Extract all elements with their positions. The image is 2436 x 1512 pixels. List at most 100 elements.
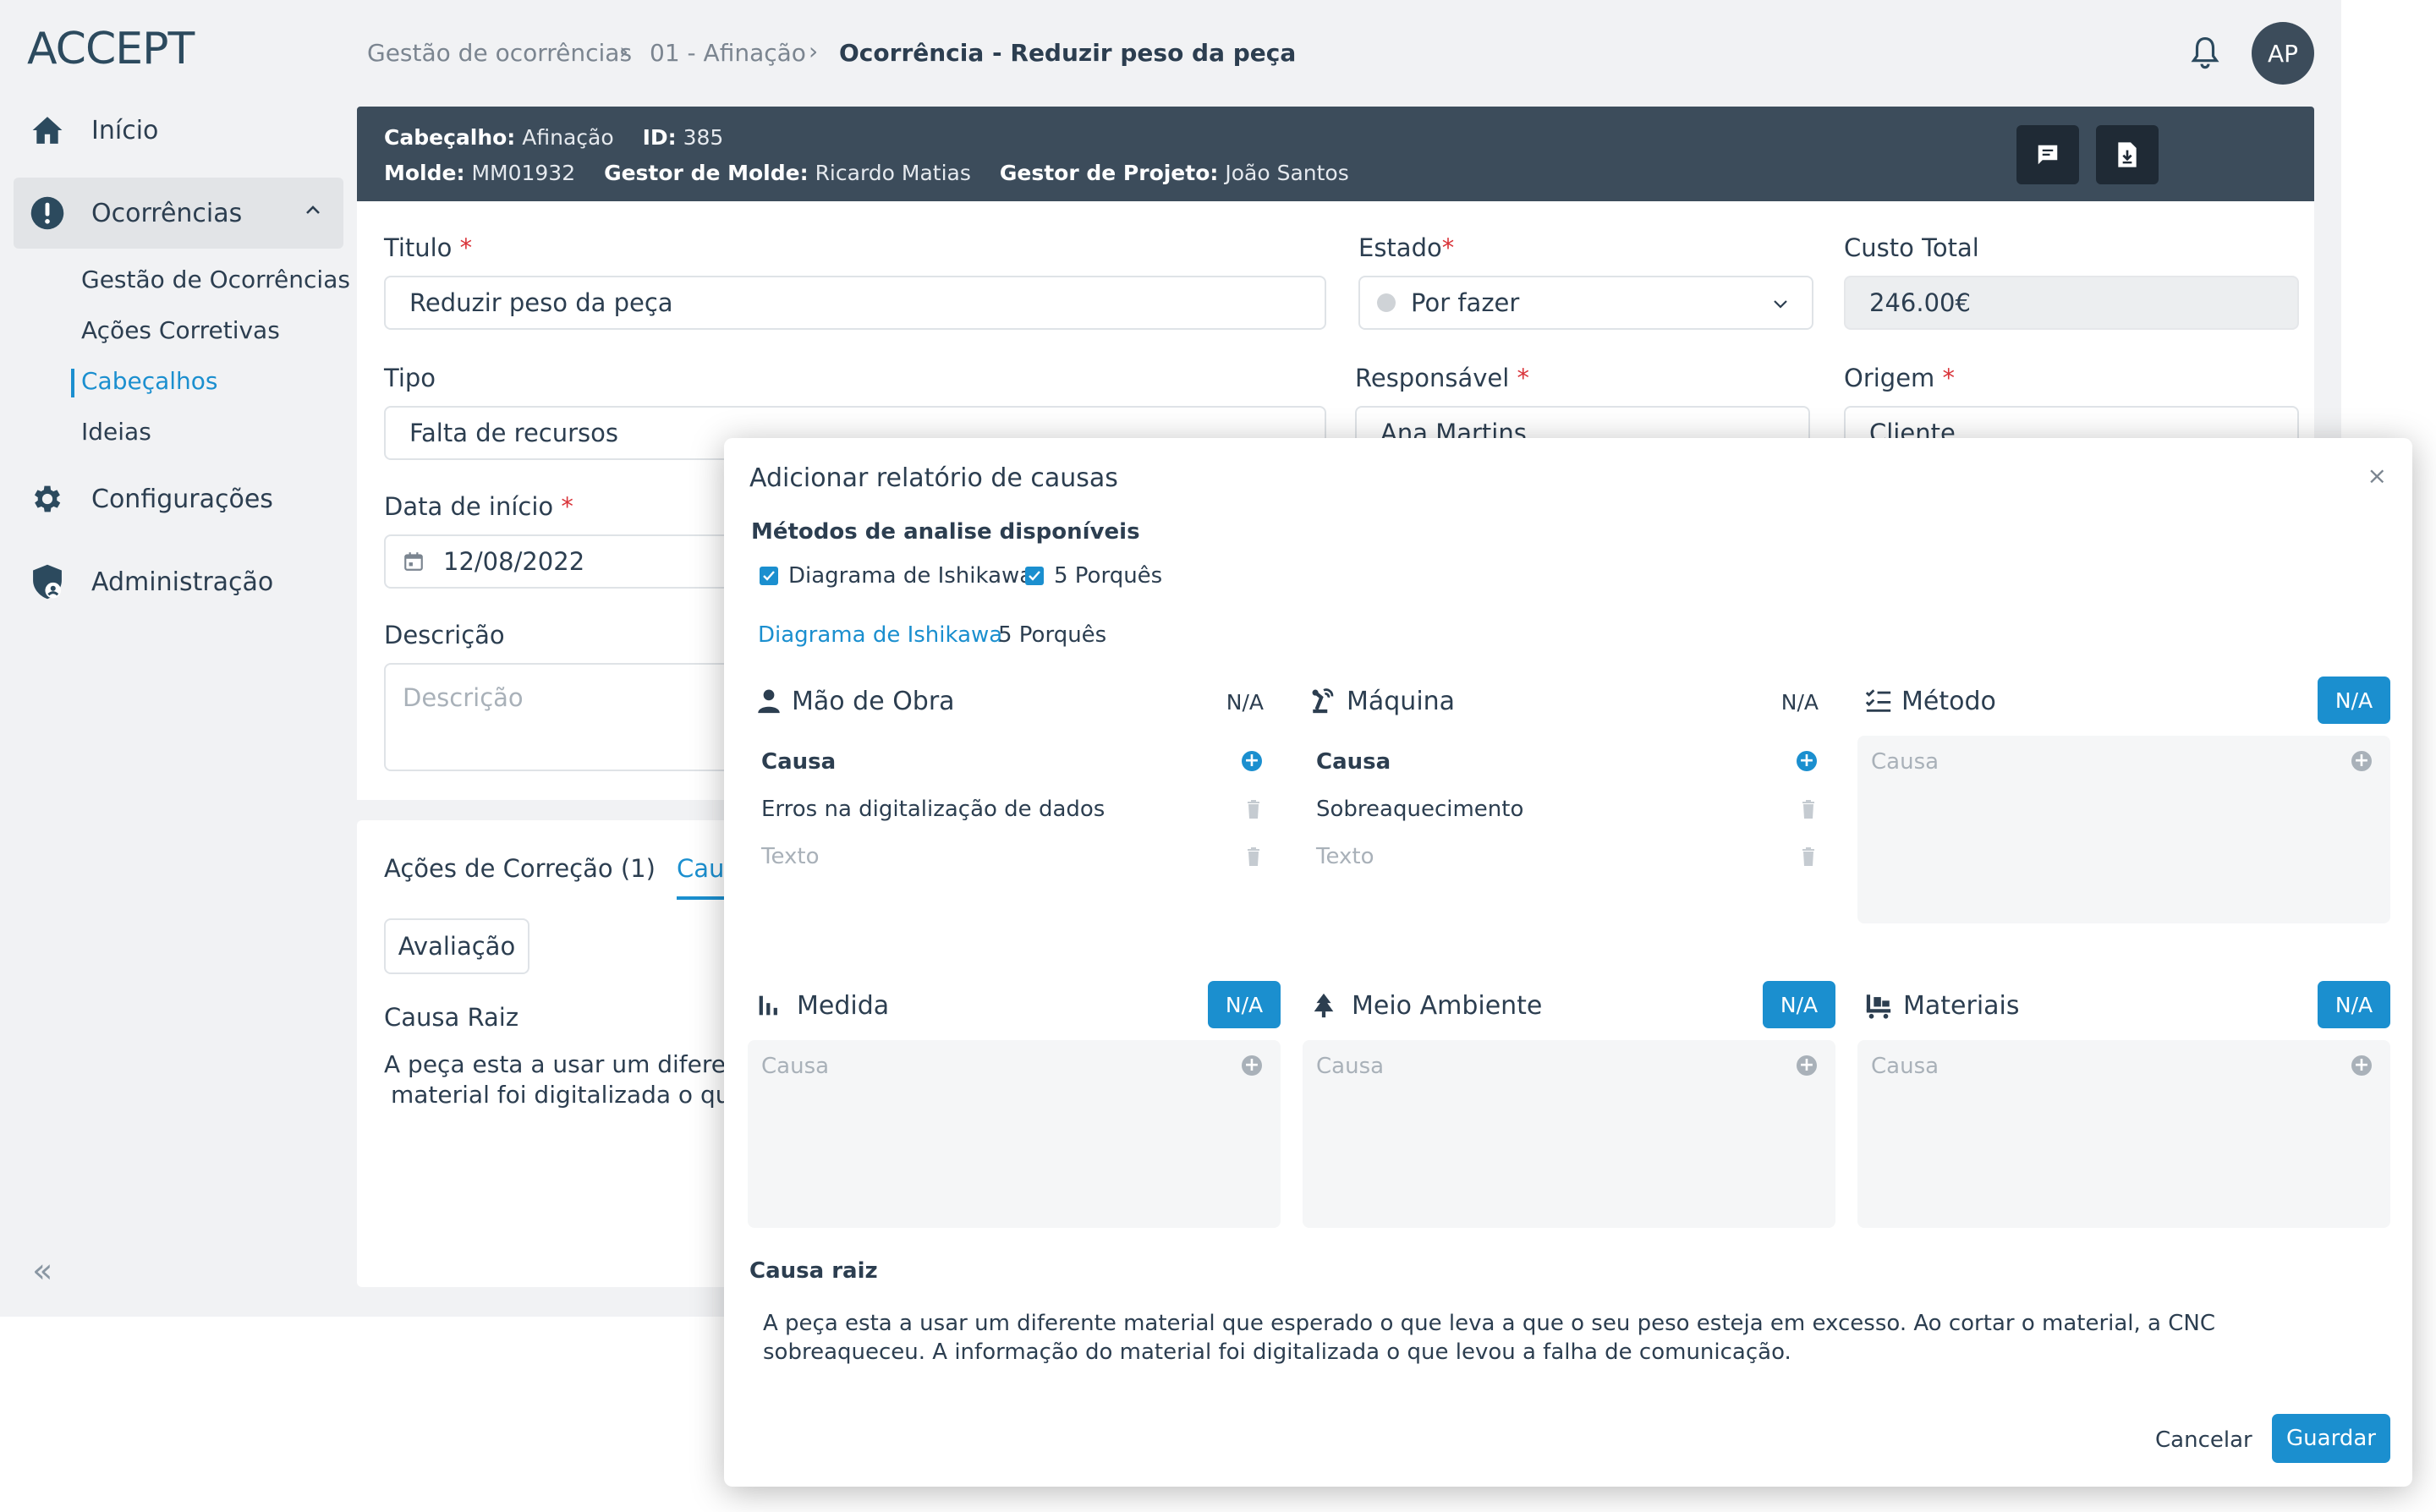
cause-text-input[interactable]: Texto xyxy=(1316,844,1374,869)
tab-causas[interactable]: Cau xyxy=(677,854,724,883)
na-toggle[interactable]: N/A xyxy=(1226,690,1264,715)
logo[interactable]: ACCEPT xyxy=(27,24,195,74)
add-cause-icon[interactable]: + xyxy=(1242,751,1262,771)
gestor-projeto-value: João Santos xyxy=(1225,161,1349,185)
occurrence-header: Cabeçalho: Afinação ID: 385 Molde: MM019… xyxy=(357,107,2314,201)
bar-chart-icon xyxy=(759,995,777,1016)
gestor-projeto-label: Gestor de Projeto: xyxy=(999,161,1219,185)
cancel-button[interactable]: Cancelar xyxy=(2155,1427,2252,1453)
gear-icon xyxy=(29,480,66,518)
na-button[interactable]: N/A xyxy=(2318,981,2390,1028)
avaliacao-button[interactable]: Avaliação xyxy=(384,918,529,974)
cause-report-modal: Adicionar relatório de causas × Métodos … xyxy=(724,438,2412,1487)
close-icon[interactable]: × xyxy=(2367,462,2387,490)
tab-acoes-correcao[interactable]: Ações de Correção (1) xyxy=(384,854,656,883)
molde-label: Molde: xyxy=(384,161,465,185)
id-value: 385 xyxy=(683,125,724,150)
root-cause-textarea[interactable]: A peça esta a usar um diferente material… xyxy=(763,1309,2370,1367)
gestor-molde-value: Ricardo Matias xyxy=(815,161,971,185)
cause-item[interactable]: Erros na digitalização de dados xyxy=(761,797,1105,822)
save-button[interactable]: Guardar xyxy=(2272,1414,2390,1463)
modal-title: Adicionar relatório de causas xyxy=(749,463,1118,493)
method-label: Diagrama de Ishikawa xyxy=(788,563,1034,589)
trash-icon[interactable] xyxy=(1247,847,1260,866)
person-icon xyxy=(758,689,780,714)
cause-placeholder: Causa xyxy=(1871,749,1939,775)
bell-icon[interactable] xyxy=(2189,36,2221,74)
data-inicio-label: Data de início * xyxy=(384,492,573,521)
add-cause-icon[interactable]: + xyxy=(2351,751,2372,771)
add-cause-icon[interactable]: + xyxy=(1797,1055,1817,1076)
category-name: Máquina xyxy=(1347,687,1456,716)
estado-select[interactable]: Por fazer xyxy=(1358,276,1813,330)
trash-icon[interactable] xyxy=(1802,847,1815,866)
gestor-molde-label: Gestor de Molde: xyxy=(604,161,809,185)
sidebar-item-label: Administração xyxy=(91,567,274,597)
checkbox-checked-icon xyxy=(760,567,778,585)
na-toggle[interactable]: N/A xyxy=(1781,690,1819,715)
add-cause-icon[interactable]: + xyxy=(1797,751,1817,771)
comment-button[interactable] xyxy=(2016,125,2079,184)
sidebar-item-configuracoes[interactable]: Configurações xyxy=(14,463,343,534)
root-cause-label: Causa raiz xyxy=(749,1258,878,1284)
checklist-icon xyxy=(1865,689,1891,712)
na-button[interactable]: N/A xyxy=(1208,981,1281,1028)
sidebar-item-administracao[interactable]: Administração xyxy=(14,546,343,617)
breadcrumb-item[interactable]: 01 - Afinação xyxy=(650,39,806,67)
sidebar-item-label: Ocorrências xyxy=(91,198,243,228)
cause-list: Causa + xyxy=(1857,1040,2390,1228)
comment-icon xyxy=(2038,145,2058,165)
cause-list: Causa + Erros na digitalização de dados … xyxy=(748,736,1281,923)
sidebar-subitem-gestao[interactable]: Gestão de Ocorrências xyxy=(81,266,350,293)
calendar-icon xyxy=(404,552,423,571)
estado-label: Estado* xyxy=(1358,233,1455,262)
cause-list: Causa + xyxy=(1857,736,2390,923)
collapse-sidebar-button[interactable]: « xyxy=(32,1252,52,1290)
sidebar-subitem-cabecalhos[interactable]: Cabeçalhos xyxy=(81,367,218,395)
cabecalho-value: Afinação xyxy=(522,125,614,150)
cause-placeholder: Causa xyxy=(761,1054,830,1079)
custo-field: 246.00€ xyxy=(1844,276,2299,330)
method-ishikawa-checkbox[interactable]: Diagrama de Ishikawa xyxy=(760,563,1033,589)
tab-5porques[interactable]: 5 Porquês xyxy=(998,622,1106,648)
sidebar-subitem-acoes[interactable]: Ações Corretivas xyxy=(81,316,280,344)
tab-ishikawa[interactable]: Diagrama de Ishikawa xyxy=(758,622,1002,648)
sidebar-item-ocorrencias[interactable]: Ocorrências xyxy=(14,178,343,249)
responsavel-label: Responsável * xyxy=(1355,364,1529,392)
cause-header: Causa xyxy=(1316,749,1391,775)
na-button[interactable]: N/A xyxy=(2318,677,2390,724)
category-name: Materiais xyxy=(1903,991,2020,1021)
add-cause-icon[interactable]: + xyxy=(2351,1055,2372,1076)
download-button[interactable] xyxy=(2096,125,2159,184)
checkbox-checked-icon xyxy=(1025,567,1044,585)
causa-raiz-heading: Causa Raiz xyxy=(384,1003,519,1032)
avatar[interactable]: AP xyxy=(2252,22,2314,85)
add-cause-icon[interactable]: + xyxy=(1242,1055,1262,1076)
cause-header: Causa xyxy=(761,749,837,775)
descricao-label: Descrição xyxy=(384,621,505,649)
trash-icon[interactable] xyxy=(1802,800,1815,819)
method-5porques-checkbox[interactable]: 5 Porquês xyxy=(1025,563,1162,589)
methods-label: Métodos de analise disponíveis xyxy=(751,519,1140,545)
tipo-value: Falta de recursos xyxy=(409,419,619,447)
id-label: ID: xyxy=(642,125,677,150)
data-inicio-value: 12/08/2022 xyxy=(443,547,585,576)
trash-icon[interactable] xyxy=(1247,800,1260,819)
na-button[interactable]: N/A xyxy=(1763,981,1835,1028)
chevron-down-icon xyxy=(1774,300,1787,309)
sidebar-subitem-ideias[interactable]: Ideias xyxy=(81,418,151,446)
causa-raiz-text-line1: A peça esta a usar um diferent xyxy=(384,1050,750,1078)
chevron-right-icon: › xyxy=(809,37,819,65)
shield-user-icon xyxy=(29,563,66,600)
titulo-input[interactable]: Reduzir peso da peça xyxy=(384,276,1326,330)
chevron-right-icon: › xyxy=(619,37,629,65)
chevron-up-icon[interactable] xyxy=(304,203,321,219)
cause-item[interactable]: Sobreaquecimento xyxy=(1316,797,1523,822)
method-label: 5 Porquês xyxy=(1054,563,1163,589)
sidebar-item-inicio[interactable]: Início xyxy=(14,95,343,166)
cause-text-input[interactable]: Texto xyxy=(761,844,820,869)
breadcrumb-item[interactable]: Gestão de ocorrências xyxy=(367,39,632,67)
cause-list: Causa + xyxy=(1303,1040,1835,1228)
home-icon xyxy=(29,112,66,149)
category-name: Mão de Obra xyxy=(792,687,955,716)
